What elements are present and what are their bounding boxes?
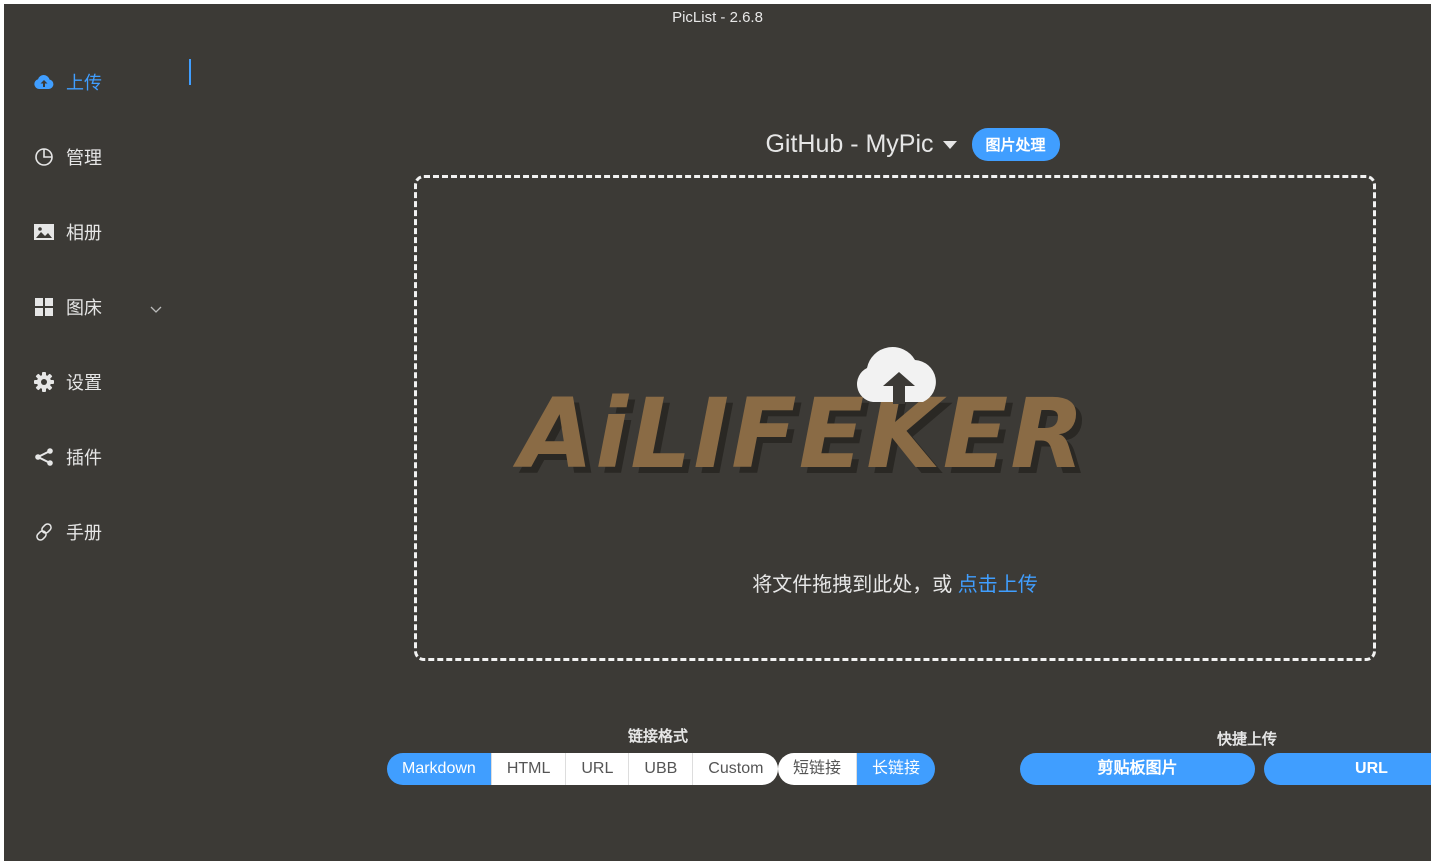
watermark-logo: AiLIFEKER xyxy=(519,378,1087,490)
picbed-selector-row: GitHub - MyPic 图片处理 xyxy=(4,128,1431,161)
sidebar-item-settings[interactable]: 设置 xyxy=(4,344,204,419)
short-link-option[interactable]: 短链接 xyxy=(778,753,858,785)
drop-instruction: 将文件拖拽到此处，或 点击上传 xyxy=(417,568,1373,597)
upload-cloud-icon xyxy=(853,338,945,411)
grid-icon xyxy=(34,297,54,317)
link-icon xyxy=(34,522,54,542)
chevron-down-icon[interactable] xyxy=(150,298,162,319)
sidebar-item-upload[interactable]: 上传 xyxy=(4,44,204,119)
long-link-option[interactable]: 长链接 xyxy=(857,753,936,785)
format-option-custom[interactable]: Custom xyxy=(693,753,779,785)
window-title: PicList - 2.6.8 xyxy=(672,9,763,26)
sidebar-item-label: 图床 xyxy=(66,297,102,318)
clipboard-upload-button[interactable]: 剪贴板图片 xyxy=(1020,753,1255,785)
upload-drop-zone[interactable]: AiLIFEKER 将文件拖拽到此处，或 点击上传 xyxy=(414,175,1376,661)
picbed-dropdown[interactable]: GitHub - MyPic xyxy=(765,130,957,159)
sidebar-item-picbed[interactable]: 图床 xyxy=(4,269,204,344)
image-process-button[interactable]: 图片处理 xyxy=(971,128,1060,161)
format-option-ubb[interactable]: UBB xyxy=(629,753,694,785)
sidebar-item-label: 设置 xyxy=(66,372,102,393)
sidebar-item-label: 上传 xyxy=(66,72,102,93)
picture-icon xyxy=(34,222,54,242)
link-format-label: 链接格式 xyxy=(628,728,689,745)
active-indicator xyxy=(189,59,191,85)
sidebar-item-gallery[interactable]: 相册 xyxy=(4,194,204,269)
link-length-group: 短链接 长链接 xyxy=(778,753,936,785)
sidebar-item-label: 手册 xyxy=(66,522,102,543)
quick-upload-label: 快捷上传 xyxy=(1217,731,1278,748)
sidebar-item-label: 插件 xyxy=(66,447,102,468)
cloud-upload-icon xyxy=(34,72,54,92)
format-option-html[interactable]: HTML xyxy=(491,753,567,785)
sidebar: 上传 管理 相册 图床 设置 插件 手册 xyxy=(4,44,204,569)
sidebar-item-label: 相册 xyxy=(66,222,102,243)
sidebar-item-plugins[interactable]: 插件 xyxy=(4,419,204,494)
picbed-label: GitHub - MyPic xyxy=(765,130,934,158)
share-icon xyxy=(34,447,54,467)
drop-text: 将文件拖拽到此处，或 xyxy=(752,574,958,596)
gear-icon xyxy=(34,371,54,392)
url-upload-button[interactable]: URL xyxy=(1264,753,1431,785)
link-format-group: Markdown HTML URL UBB Custom xyxy=(387,753,779,785)
sidebar-item-manual[interactable]: 手册 xyxy=(4,494,204,569)
format-option-url[interactable]: URL xyxy=(566,753,630,785)
app-window: PicList - 2.6.8 上传 管理 相册 图床 设置 插件 手册 Git… xyxy=(4,4,1431,861)
format-option-markdown[interactable]: Markdown xyxy=(387,753,492,785)
caret-down-icon xyxy=(942,140,957,149)
click-upload-link[interactable]: 点击上传 xyxy=(958,574,1038,596)
